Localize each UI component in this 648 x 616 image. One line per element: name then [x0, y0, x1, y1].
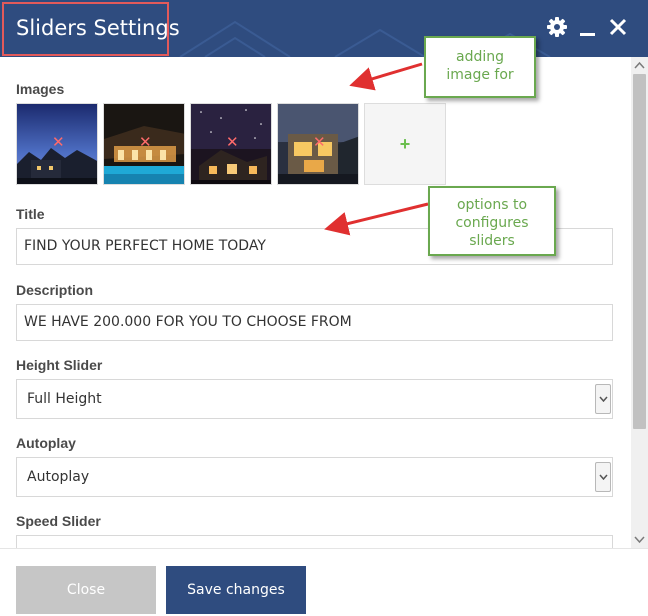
- dialog-footer: Close Save changes: [0, 548, 648, 616]
- image-thumbnail[interactable]: ✕: [16, 103, 98, 185]
- speed-slider-select[interactable]: [16, 535, 613, 548]
- chevron-down-icon[interactable]: [595, 384, 611, 414]
- image-thumbnail[interactable]: ✕: [190, 103, 272, 185]
- autoplay-label: Autoplay: [16, 435, 76, 451]
- autoplay-value: Autoplay: [27, 469, 90, 485]
- speed-slider-label: Speed Slider: [16, 513, 101, 529]
- remove-image-icon[interactable]: ✕: [313, 135, 326, 150]
- height-slider-label: Height Slider: [16, 357, 103, 373]
- dialog-body[interactable]: Images ✕ ✕ ✕ ✕ + Title FIND YOUR PERFECT…: [0, 57, 648, 548]
- chevron-down-icon[interactable]: [595, 462, 611, 492]
- close-button[interactable]: Close: [16, 566, 156, 614]
- image-thumbnail[interactable]: ✕: [277, 103, 359, 185]
- add-image-button[interactable]: +: [364, 103, 446, 185]
- dialog-title: Sliders Settings: [16, 16, 180, 40]
- remove-image-icon[interactable]: ✕: [226, 135, 239, 150]
- minimize-icon[interactable]: [577, 16, 599, 38]
- image-thumbnail[interactable]: ✕: [103, 103, 185, 185]
- remove-image-icon[interactable]: ✕: [52, 135, 65, 150]
- dialog-header: Sliders Settings: [0, 0, 648, 57]
- height-slider-select[interactable]: Full Height: [16, 379, 613, 419]
- scrollbar-thumb[interactable]: [633, 74, 646, 429]
- scroll-down-icon[interactable]: [631, 531, 648, 548]
- images-label: Images: [16, 81, 65, 97]
- title-label: Title: [16, 206, 45, 222]
- description-label: Description: [16, 282, 94, 298]
- scroll-up-icon[interactable]: [631, 57, 648, 74]
- save-changes-button[interactable]: Save changes: [166, 566, 306, 614]
- description-input[interactable]: WE HAVE 200.000 FOR YOU TO CHOOSE FROM: [16, 304, 613, 341]
- autoplay-select[interactable]: Autoplay: [16, 457, 613, 497]
- close-icon[interactable]: [607, 16, 629, 38]
- callout-options: options to configures sliders: [428, 186, 556, 256]
- vertical-scrollbar[interactable]: [631, 57, 648, 548]
- plus-icon: +: [399, 134, 411, 154]
- gear-icon[interactable]: [546, 16, 568, 38]
- remove-image-icon[interactable]: ✕: [139, 135, 152, 150]
- height-slider-value: Full Height: [27, 391, 102, 407]
- callout-adding-images: adding image for: [424, 36, 536, 98]
